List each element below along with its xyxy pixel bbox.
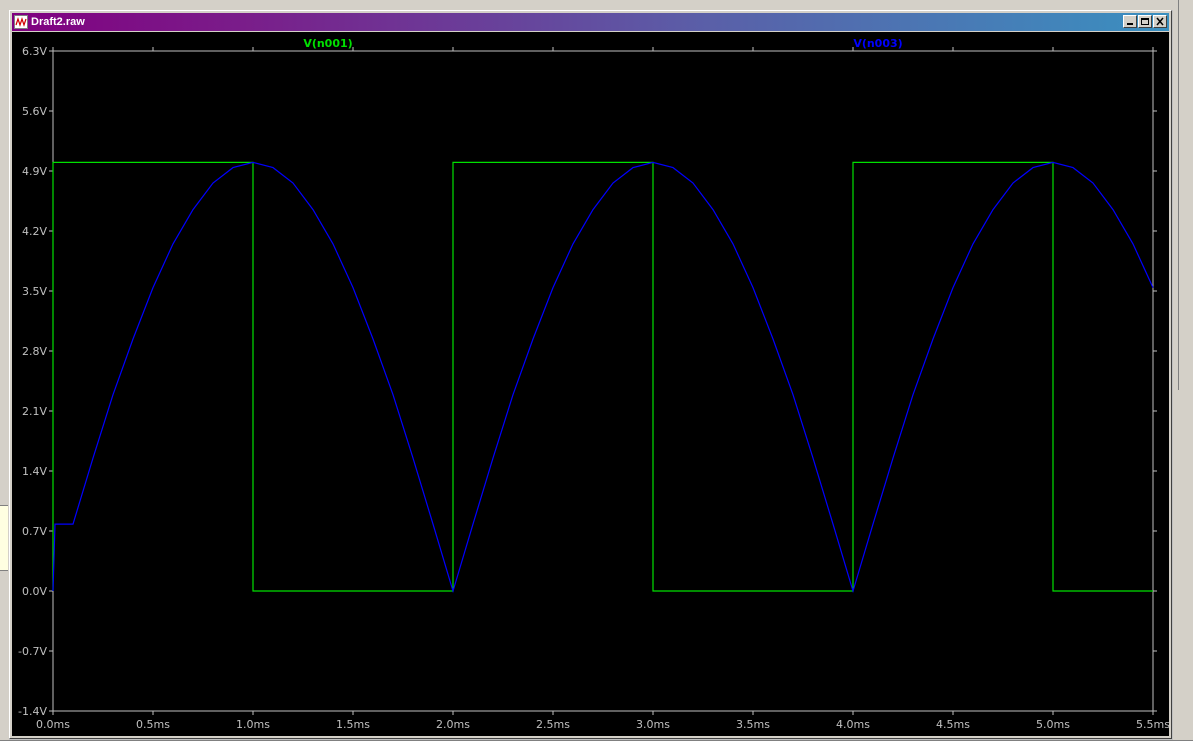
trace-v-n003[interactable] [52, 161, 1154, 594]
plot-pane[interactable]: 6.3V 5.6V 4.9V 4.2V 3.5V 2.8V 2.1V 1.4V 0.7V 0.0V… [12, 32, 1169, 736]
y-tick-label: 2.8V [22, 345, 47, 358]
waveform-app-icon[interactable] [14, 15, 28, 29]
x-tick-label: 5.5ms [1136, 718, 1169, 731]
window-title: Draft2.raw [31, 16, 85, 28]
legend-trace-name[interactable]: V(n001) [303, 37, 352, 50]
x-tick-label: 0.5ms [136, 718, 170, 731]
desktop-background-top [0, 0, 1193, 10]
waveform-chart[interactable]: 6.3V 5.6V 4.9V 4.2V 3.5V 2.8V 2.1V 1.4V 0.7V 0.0V… [12, 32, 1169, 736]
window-controls [1122, 15, 1167, 28]
y-tick-label: -1.4V [18, 705, 47, 718]
desktop-background-left [0, 0, 9, 751]
desktop-background-right [1173, 0, 1193, 751]
x-tick-label: 5.0ms [1036, 718, 1070, 731]
y-tick-label: 1.4V [22, 465, 47, 478]
plot-frame [52, 50, 1154, 712]
y-tick-label: -0.7V [18, 645, 47, 658]
background-window-fragment [0, 505, 8, 571]
y-tick-label: 4.9V [22, 165, 47, 178]
background-window-edge [1178, 0, 1179, 390]
x-tick-label: 4.0ms [836, 718, 870, 731]
x-tick-label: 1.0ms [236, 718, 270, 731]
y-tick-label: 3.5V [22, 285, 47, 298]
y-tick-label: 5.6V [22, 105, 47, 118]
legend-trace-name[interactable]: V(n003) [853, 37, 902, 50]
y-tick-label: 4.2V [22, 225, 47, 238]
y-tick-label: 2.1V [22, 405, 47, 418]
x-tick-label: 4.5ms [936, 718, 970, 731]
y-tick-label: 0.7V [22, 525, 47, 538]
close-icon[interactable] [1153, 15, 1167, 28]
y-tick-label: 0.0V [22, 585, 47, 598]
x-tick-label: 1.5ms [336, 718, 370, 731]
x-tick-label: 0.0ms [36, 718, 70, 731]
restore-icon[interactable] [1138, 15, 1152, 28]
minimize-icon[interactable] [1123, 15, 1137, 28]
y-tick-label: 6.3V [22, 45, 47, 58]
x-tick-label: 2.0ms [436, 718, 470, 731]
title-bar[interactable]: Draft2.raw [12, 13, 1169, 31]
trace-v-n001[interactable] [52, 161, 1153, 592]
waveform-viewer-window[interactable]: Draft2.raw 6.3V 5.6V 4.9V 4.2V 3.5V 2.8V 2.1V 1… [9, 10, 1172, 739]
x-tick-label: 3.0ms [636, 718, 670, 731]
x-tick-label: 3.5ms [736, 718, 770, 731]
x-tick-label: 2.5ms [536, 718, 570, 731]
background-window-bottom [0, 740, 1193, 752]
